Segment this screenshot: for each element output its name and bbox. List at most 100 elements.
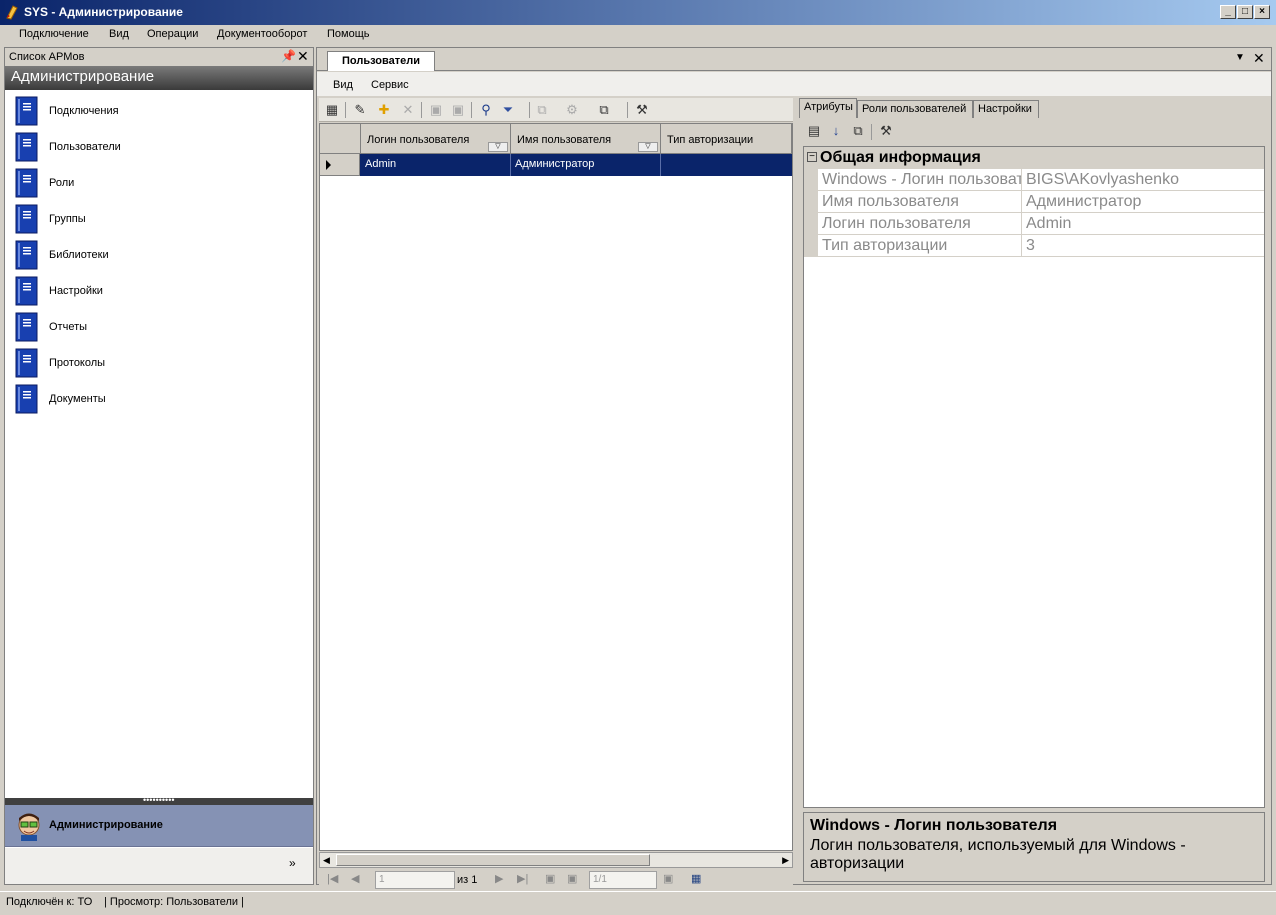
grip-icon: •••••••••• (143, 795, 175, 805)
minimize-button[interactable]: _ (1220, 5, 1236, 19)
tab-users[interactable]: Пользователи (327, 51, 435, 71)
property-key: Тип авторизации (818, 235, 1022, 257)
property-pages-icon[interactable]: ⧉ (849, 122, 867, 140)
book-icon (15, 204, 38, 234)
cell-name[interactable]: Администратор (511, 154, 661, 176)
nav-item-settings[interactable]: Настройки (15, 276, 295, 306)
save-all-icon[interactable]: ▣ (449, 101, 467, 119)
nav-item-label: Группы (49, 213, 86, 225)
workspace-list-panel: Список АРМов 📌 ✕ Администрирование Подкл… (4, 47, 314, 885)
nav-item-label: Библиотеки (49, 249, 109, 261)
categorized-icon[interactable]: ▤ (805, 122, 823, 140)
filter-dropdown-icon[interactable]: ▽ (488, 142, 508, 152)
save-icon[interactable]: ▣ (427, 101, 445, 119)
property-row[interactable]: Логин пользователя Admin (804, 213, 1264, 235)
tools-icon[interactable]: ⚒ (633, 101, 651, 119)
property-value[interactable]: BIGS\AKovlyashenko (1022, 169, 1264, 191)
property-value[interactable]: Admin (1022, 213, 1264, 235)
horizontal-scrollbar[interactable]: ◀ ▶ (319, 852, 793, 868)
menu-operations[interactable]: Операции (147, 28, 198, 40)
toolbar-separator (627, 102, 628, 118)
close-window-button[interactable]: × (1254, 5, 1270, 19)
filter-dropdown-icon[interactable]: ▽ (638, 142, 658, 152)
next-record-icon[interactable]: ▶ (495, 872, 503, 885)
property-row[interactable]: Имя пользователя Администратор (804, 191, 1264, 213)
nav-item-libraries[interactable]: Библиотеки (15, 240, 295, 270)
menu-workflow[interactable]: Документооборот (217, 28, 307, 40)
prev-record-icon[interactable]: ◀ (351, 872, 359, 885)
last-record-icon[interactable]: ▶| (517, 872, 528, 885)
nav-item-label: Пользователи (49, 141, 121, 153)
workspace-button-admin[interactable]: Администрирование (5, 805, 313, 847)
nav-item-roles[interactable]: Роли (15, 168, 295, 198)
nav-item-label: Роли (49, 177, 75, 189)
nav-item-reports[interactable]: Отчеты (15, 312, 295, 342)
filter-icon[interactable]: ⏷ (499, 101, 517, 119)
position-input[interactable]: 1/1 (589, 871, 657, 889)
first-record-icon[interactable]: |◀ (327, 872, 338, 885)
property-value[interactable]: 3 (1022, 235, 1264, 257)
nav-item-documents[interactable]: Документы (15, 384, 295, 414)
goto-bookmark-icon[interactable]: ▣ (567, 872, 577, 885)
windows-icon[interactable]: ⧉ (595, 101, 613, 119)
close-icon[interactable]: ✕ (297, 48, 309, 65)
toolbar-separator (529, 102, 530, 118)
panel-title: Список АРМов (9, 51, 85, 63)
menu-view[interactable]: Вид (109, 28, 129, 40)
refresh-icon[interactable]: ▦ (323, 101, 341, 119)
find-icon[interactable]: ⚲ (477, 101, 495, 119)
gear-icon[interactable]: ⚙ (563, 101, 581, 119)
column-header-login[interactable]: Логин пользователя ▽ (361, 124, 511, 154)
tools-icon[interactable]: ⚒ (877, 122, 895, 140)
maximize-button[interactable]: □ (1237, 5, 1253, 19)
panel-splitter[interactable]: •••••••••• (5, 795, 313, 805)
tab-user-roles[interactable]: Роли пользователей (857, 100, 973, 118)
property-category[interactable]: − Общая информация (804, 147, 1264, 169)
nav-item-logs[interactable]: Протоколы (15, 348, 295, 378)
row-gutter (804, 191, 818, 213)
grid-toolbar: ▦ ✎ ✚ ✕ ▣ ▣ ⚲ ⏷ ⧉ ⚙ ⧉ ⚒ (319, 98, 793, 122)
cell-auth-type[interactable] (661, 154, 792, 176)
doc-menu-view[interactable]: Вид (333, 79, 353, 91)
collapse-icon[interactable]: − (807, 152, 817, 162)
property-row[interactable]: Тип авторизации 3 (804, 235, 1264, 257)
row-gutter (804, 169, 818, 191)
scroll-right-icon[interactable]: ▶ (782, 855, 789, 866)
tab-attributes[interactable]: Атрибуты (799, 98, 857, 118)
book-icon (15, 168, 38, 198)
scroll-left-icon[interactable]: ◀ (323, 855, 330, 866)
app-icon (6, 5, 18, 20)
column-header-name[interactable]: Имя пользователя ▽ (511, 124, 661, 154)
scroll-thumb[interactable] (336, 854, 650, 866)
tab-settings[interactable]: Настройки (973, 100, 1039, 118)
property-row[interactable]: Windows - Логин пользователя BIGS\AKovly… (804, 169, 1264, 191)
close-document-icon[interactable]: ✕ (1253, 50, 1265, 67)
edit-icon[interactable]: ✎ (351, 101, 369, 119)
pin-icon[interactable]: 📌 (281, 49, 296, 63)
column-header-auth-type[interactable]: Тип авторизации (661, 124, 792, 154)
nav-item-users[interactable]: Пользователи (15, 132, 295, 162)
menu-connection[interactable]: Подключение (19, 28, 89, 40)
apply-icon[interactable]: ▣ (663, 872, 673, 885)
column-label: Тип авторизации (667, 134, 754, 146)
copy-icon[interactable]: ⧉ (533, 101, 551, 119)
users-grid: Логин пользователя ▽ Имя пользователя ▽ … (319, 123, 793, 851)
cell-login[interactable]: Admin (361, 154, 511, 176)
bookmark-icon[interactable]: ▣ (545, 872, 555, 885)
row-selector[interactable] (320, 154, 360, 176)
tab-list-dropdown-icon[interactable]: ▼ (1235, 52, 1245, 63)
sort-alpha-icon[interactable]: ↓ (827, 122, 845, 140)
table-row[interactable]: Admin Администратор (320, 154, 792, 176)
chevron-more-icon[interactable]: » (289, 856, 296, 870)
grid-view-icon[interactable]: ▦ (691, 872, 701, 885)
property-value[interactable]: Администратор (1022, 191, 1264, 213)
nav-item-connections[interactable]: Подключения (15, 96, 295, 126)
page-input[interactable]: 1 (375, 871, 455, 889)
nav-item-groups[interactable]: Группы (15, 204, 295, 234)
add-icon[interactable]: ✚ (375, 101, 393, 119)
delete-icon[interactable]: ✕ (399, 101, 417, 119)
doc-menu-service[interactable]: Сервис (371, 79, 409, 91)
nav-item-label: Протоколы (49, 357, 106, 369)
menu-bar: Подключение Вид Операции Документооборот… (0, 25, 1276, 45)
menu-help[interactable]: Помощь (327, 28, 370, 40)
